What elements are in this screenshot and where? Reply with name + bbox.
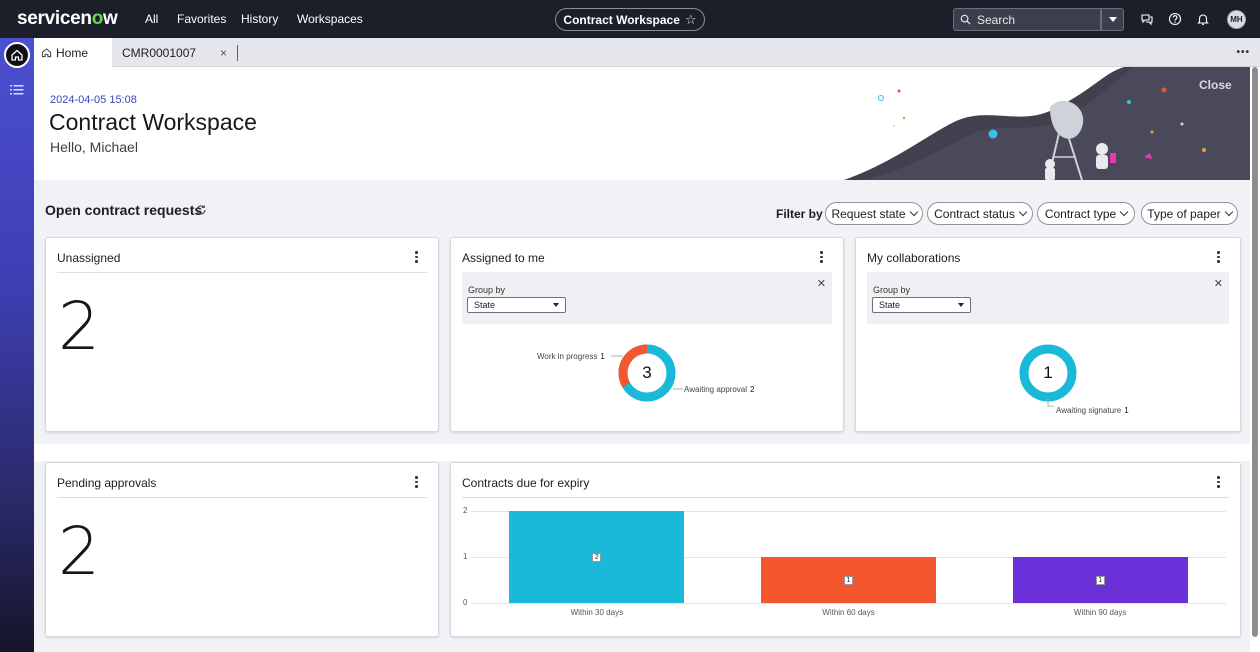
search-scope-dropdown[interactable] <box>1101 8 1124 31</box>
donut-total: 1 <box>1043 363 1053 382</box>
nav-history[interactable]: History <box>241 12 278 26</box>
gridline <box>471 603 1226 604</box>
y-tick-label: 2 <box>463 506 468 515</box>
y-tick-label: 1 <box>463 552 468 561</box>
nav-all[interactable]: All <box>145 12 158 26</box>
collaborations-donut-chart <box>1019 344 1077 407</box>
workspace-title-label: Contract Workspace <box>563 12 680 27</box>
hero-illustration <box>844 67 1250 180</box>
notification-bell-icon[interactable] <box>1196 12 1210 26</box>
segment-label-text: Awaiting approval <box>684 385 748 394</box>
filter-contract-type[interactable]: Contract type <box>1037 202 1135 225</box>
assigned-donut-chart <box>611 344 683 402</box>
list-icon[interactable] <box>10 84 24 96</box>
servicenow-logo[interactable]: servicenow <box>17 8 118 30</box>
help-icon[interactable] <box>1168 12 1182 26</box>
tab-home[interactable]: Home <box>34 38 112 67</box>
x-category-label: Within 90 days <box>1073 608 1127 617</box>
filter-request-state-label: Request state <box>831 206 906 221</box>
section-title: Open contract requests <box>45 202 203 218</box>
tab-divider <box>237 45 238 61</box>
segment-label-text: Awaiting signature <box>1056 406 1122 415</box>
scrollbar-thumb[interactable] <box>1252 67 1258 637</box>
segment-label-value: 1 <box>600 352 605 361</box>
home-icon <box>11 49 23 61</box>
card-divider <box>57 497 427 498</box>
segment-label-awaiting-approval: Awaiting approval 2 <box>684 385 754 394</box>
card-pending-approvals: Pending approvals 2 <box>45 462 439 637</box>
segment-label-work-in-progress: Work in progress 1 <box>537 352 605 361</box>
chat-icon[interactable] <box>1140 12 1154 26</box>
y-tick-label: 0 <box>463 598 468 607</box>
bar-value-label: 1 <box>844 575 853 585</box>
user-avatar[interactable]: MH <box>1227 10 1246 29</box>
more-options-icon[interactable] <box>415 251 418 263</box>
filter-request-state[interactable]: Request state <box>825 202 923 225</box>
tab-strip: Home CMR0001007 × ••• <box>34 38 1260 67</box>
filter-type-of-paper-label: Type of paper <box>1147 206 1221 221</box>
search-icon <box>960 14 971 25</box>
nav-workspaces[interactable]: Workspaces <box>297 12 363 26</box>
card-assigned-to-me: Assigned to me Group by State ✕ 3 Work i… <box>450 237 844 432</box>
chevron-down-icon <box>1119 207 1129 217</box>
filter-contract-status[interactable]: Contract status <box>927 202 1033 225</box>
main-content: 2024-04-05 15:08 Contract Workspace Hell… <box>34 67 1250 652</box>
filter-label: Filter by <box>776 207 823 221</box>
global-search-input[interactable]: Search <box>953 8 1101 31</box>
chevron-down-icon <box>1224 207 1233 217</box>
x-category-label: Within 30 days <box>570 608 624 617</box>
greeting: Hello, Michael <box>50 139 138 155</box>
refresh-icon[interactable] <box>195 204 207 216</box>
left-rail <box>0 38 34 652</box>
pending-approvals-count[interactable]: 2 <box>58 513 100 590</box>
star-icon[interactable]: ☆ <box>685 12 697 28</box>
segment-label-value: 2 <box>750 385 755 394</box>
tab-close-button[interactable]: × <box>220 46 227 60</box>
card-my-collaborations: My collaborations Group by State ✕ 1 Awa… <box>855 237 1241 432</box>
card-contracts-due-for-expiry: Contracts due for expiry 0 1 2 2 Within 30 d… <box>450 462 1241 637</box>
tab-home-label: Home <box>56 45 89 60</box>
chevron-down-icon <box>909 207 918 217</box>
card-unassigned: Unassigned 2 <box>45 237 439 432</box>
card-title: Pending approvals <box>57 476 157 490</box>
page-title: Contract Workspace <box>49 109 257 135</box>
filter-contract-status-label: Contract status <box>934 206 1015 221</box>
segment-label-awaiting-signature: Awaiting signature 1 <box>1056 406 1129 415</box>
section-divider-band <box>34 444 1250 461</box>
donut-total: 3 <box>642 363 652 382</box>
vertical-scrollbar[interactable] <box>1250 67 1260 652</box>
expiry-bar-chart: 0 1 2 2 Within 30 days 1 Within 60 days 1 Within… <box>451 463 1242 638</box>
hero-banner: 2024-04-05 15:08 Contract Workspace Hell… <box>34 67 1250 180</box>
bar-value-label: 1 <box>1095 575 1105 585</box>
chevron-down-icon <box>1108 17 1117 22</box>
chevron-down-icon <box>1018 207 1028 217</box>
home-icon <box>41 48 52 58</box>
nav-favorites[interactable]: Favorites <box>177 12 226 26</box>
card-divider <box>57 272 427 273</box>
hero-close-button[interactable]: Close <box>1199 78 1232 92</box>
more-options-icon[interactable] <box>415 476 418 488</box>
search-placeholder: Search <box>977 12 1016 27</box>
x-category-label: Within 60 days <box>822 608 875 617</box>
tab-more-button[interactable]: ••• <box>1236 47 1250 58</box>
top-navigation-bar: servicenow All Favorites History Workspa… <box>0 0 1260 38</box>
segment-label-text: Work in progress <box>537 352 598 361</box>
rail-home-button[interactable] <box>4 42 30 68</box>
bar-value-label: 2 <box>592 552 602 562</box>
hero-date: 2024-04-05 15:08 <box>50 94 137 106</box>
card-title: Unassigned <box>57 251 121 265</box>
filter-type-of-paper[interactable]: Type of paper <box>1141 202 1238 225</box>
segment-label-value: 1 <box>1124 406 1129 415</box>
unassigned-count[interactable]: 2 <box>58 288 100 365</box>
filter-contract-type-label: Contract type <box>1044 206 1117 221</box>
workspace-title-pill[interactable]: Contract Workspace ☆ <box>555 8 705 31</box>
tab-record-cmr[interactable]: CMR0001007 <box>122 46 196 60</box>
